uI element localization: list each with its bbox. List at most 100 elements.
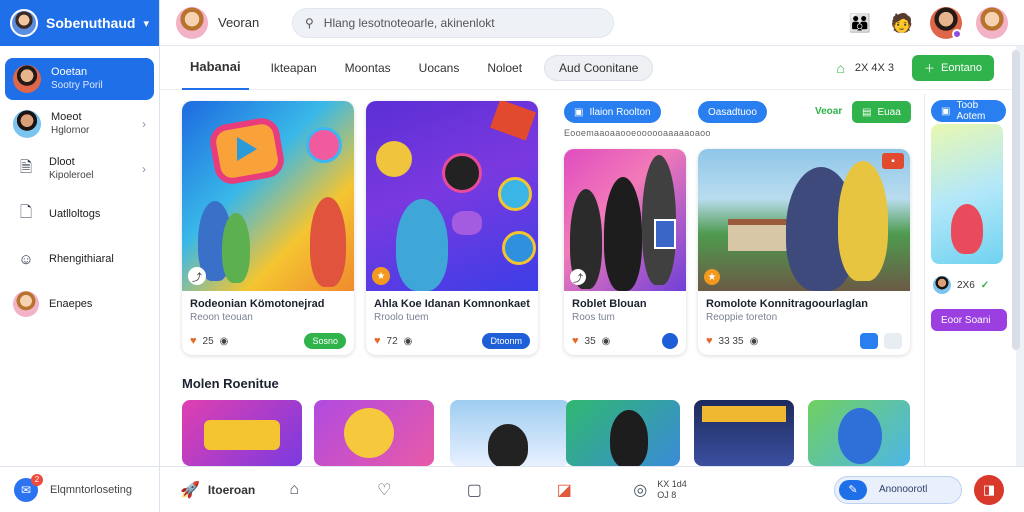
document-icon: 🗎	[19, 158, 33, 176]
top-user[interactable]: Veoran	[176, 6, 286, 39]
star-icon[interactable]: ★	[372, 267, 390, 285]
right-panel-pill[interactable]: ▣ Toob Aotem	[931, 100, 1006, 122]
more-icon[interactable]	[662, 333, 678, 349]
avatar[interactable]	[976, 6, 1008, 39]
tab-uocans[interactable]: Uocans	[405, 46, 474, 90]
rocket-icon: 🚀	[180, 481, 200, 499]
card-count: 25	[202, 335, 214, 347]
sidebar-item-label: Ooetan	[51, 66, 88, 78]
scrollbar[interactable]	[1012, 50, 1020, 350]
filter-pill-label: Ilaion Roolton	[589, 106, 651, 118]
sidebar-item-uatlloltogs[interactable]: 🗋 Uatlloltogs	[5, 193, 154, 235]
sidebar-item-enaepes[interactable]: Enaepes	[5, 283, 154, 325]
small-card[interactable]	[450, 400, 570, 466]
small-card[interactable]	[694, 400, 794, 466]
user-avatar[interactable]	[10, 9, 38, 37]
tab-moontas[interactable]: Moontas	[331, 46, 405, 90]
avatar	[13, 291, 39, 317]
record-icon[interactable]: ◨	[974, 474, 1004, 505]
share-icon[interactable]: ⤴	[188, 267, 206, 285]
bottom-action-button[interactable]: ✎ Anonoorotl	[834, 475, 962, 504]
green-filter-label: Euaa	[877, 106, 901, 118]
right-panel-thumbnail[interactable]	[931, 124, 1003, 264]
filter-label: Veoar	[815, 106, 843, 117]
heart-icon[interactable]: ♥	[572, 335, 579, 347]
bookmark-icon[interactable]: ⌂	[836, 60, 844, 76]
globe-icon: ◉	[601, 335, 611, 347]
bag-icon[interactable]: ▢	[457, 480, 491, 500]
small-card[interactable]	[314, 400, 434, 466]
video-card[interactable]: ⤴ Rodeonian Kömotonejrad Reoon teouan ♥ …	[182, 101, 354, 355]
avatar[interactable]	[930, 6, 962, 39]
bottom-tab-active[interactable]: 🚀 Itoeroan	[180, 480, 255, 500]
right-panel-meta: 2X6 ✓	[933, 276, 989, 294]
primary-action-button[interactable]: ＋ Eontano	[912, 54, 994, 81]
bottom-tab-label: Itoeroan	[207, 482, 256, 497]
sidebar-item-sublabel: Sootry Poril	[51, 80, 103, 91]
avatar	[13, 65, 41, 93]
filter-pill[interactable]: ▣ Ilaion Roolton	[564, 101, 661, 123]
people-icon[interactable]: 🧑	[888, 9, 916, 37]
top-avatars: 👪 🧑	[846, 6, 1008, 39]
avatar	[13, 110, 41, 138]
heart-icon[interactable]: ♥	[374, 335, 381, 347]
card-chip[interactable]: Dtoonm	[482, 333, 530, 349]
topbar: Veoran ⚲ 👪 🧑	[160, 0, 1024, 46]
sidebar-item-ooetan[interactable]: Ooetan Sootry Poril	[5, 58, 154, 100]
avatar	[176, 6, 208, 39]
tab-aud-coonitane[interactable]: Aud Coonitane	[544, 54, 654, 81]
card-thumbnail: ⤴	[564, 149, 686, 291]
card-chip[interactable]: Sosno	[304, 333, 346, 349]
star-icon[interactable]: ★	[704, 269, 720, 285]
notification-badge: 2	[31, 473, 43, 486]
chat-icon[interactable]: ✉ 2	[14, 473, 43, 502]
card-footer: ♥ 72 ◉ Dtoonm	[374, 333, 530, 349]
sidebar-nav: Ooetan Sootry Poril Moeot Hglornor › 🗎 Dlo…	[0, 46, 159, 325]
profile-icon[interactable]: ◎	[623, 480, 657, 500]
sidebar-header[interactable]: Sobenuthaud ▾	[0, 0, 159, 46]
edit-icon[interactable]	[860, 333, 878, 349]
tab-noloet[interactable]: Noloet	[473, 46, 536, 90]
tab-habanai[interactable]: Habanai	[182, 46, 249, 90]
section-title: Molen Roenitue	[182, 376, 279, 391]
globe-icon: ◉	[749, 335, 759, 347]
card-thumbnail: ★	[366, 101, 538, 291]
card-subtitle: Roos tum	[572, 312, 615, 323]
heart-icon[interactable]: ♥	[190, 335, 197, 347]
notification-icon[interactable]: ◪	[547, 480, 581, 500]
chevron-down-icon[interactable]: ▾	[143, 17, 149, 30]
family-icon[interactable]: 👪	[846, 9, 874, 37]
file-icon: 🗋	[19, 203, 33, 221]
card-footer: ♥ 33 35 ◉	[706, 333, 902, 349]
tabs-right: ⌂ 2X 4X 3 ＋ Eontano	[836, 54, 994, 81]
sidebar-item-rhengithiaral[interactable]: ☺ Rhengithiaral	[5, 238, 154, 280]
share-icon[interactable]	[884, 333, 902, 349]
filter-pill-label: Oasadtuoo	[708, 106, 757, 118]
small-card[interactable]	[182, 400, 302, 466]
filter-pill[interactable]: Oasadtuoo	[698, 101, 767, 123]
green-filter-button[interactable]: ▤ Euaa	[852, 101, 911, 123]
sidebar-footer[interactable]: ✉ 2 Elqmntorloseting	[0, 466, 160, 512]
globe-icon: ◉	[403, 335, 413, 347]
tabs-right-count: 2X 4X 3	[854, 61, 895, 74]
sidebar-item-dloot[interactable]: 🗎 Dloot Kipoleroel ›	[5, 148, 154, 190]
search-bar[interactable]: ⚲	[292, 7, 614, 38]
right-panel-button[interactable]: Eoor Soani	[931, 309, 1007, 331]
small-card[interactable]	[566, 400, 680, 466]
bottom-bar: 🚀 Itoeroan ⌂ ♡ ▢ ◪ ◎ KX 1d4 OJ 8 ✎ Anono…	[160, 466, 1024, 512]
video-card[interactable]: ⤴ Roblet Blouan Roos tum ♥ 35 ◉	[564, 149, 686, 355]
avatar	[933, 276, 951, 294]
status-badge	[952, 28, 962, 39]
home-icon[interactable]: ⌂	[277, 481, 311, 499]
sidebar-item-label: Moeot	[51, 111, 82, 123]
share-icon[interactable]: ⤴	[570, 269, 586, 285]
video-card[interactable]: ★ Ahla Koe Idanan Komnonkaet Rroolo tuem…	[366, 101, 538, 355]
heart-icon[interactable]: ♥	[706, 335, 713, 347]
tab-ikteapan[interactable]: Ikteapan	[257, 46, 331, 90]
apple-icon[interactable]: ♡	[367, 480, 401, 500]
search-input[interactable]	[323, 15, 601, 30]
video-card[interactable]: ▪ ★ Romolote Konnitragoourlaglan Reoppie…	[698, 149, 910, 355]
small-card[interactable]	[808, 400, 910, 466]
card-count: 33 35	[718, 335, 744, 347]
sidebar-item-moeot[interactable]: Moeot Hglornor ›	[5, 103, 154, 145]
